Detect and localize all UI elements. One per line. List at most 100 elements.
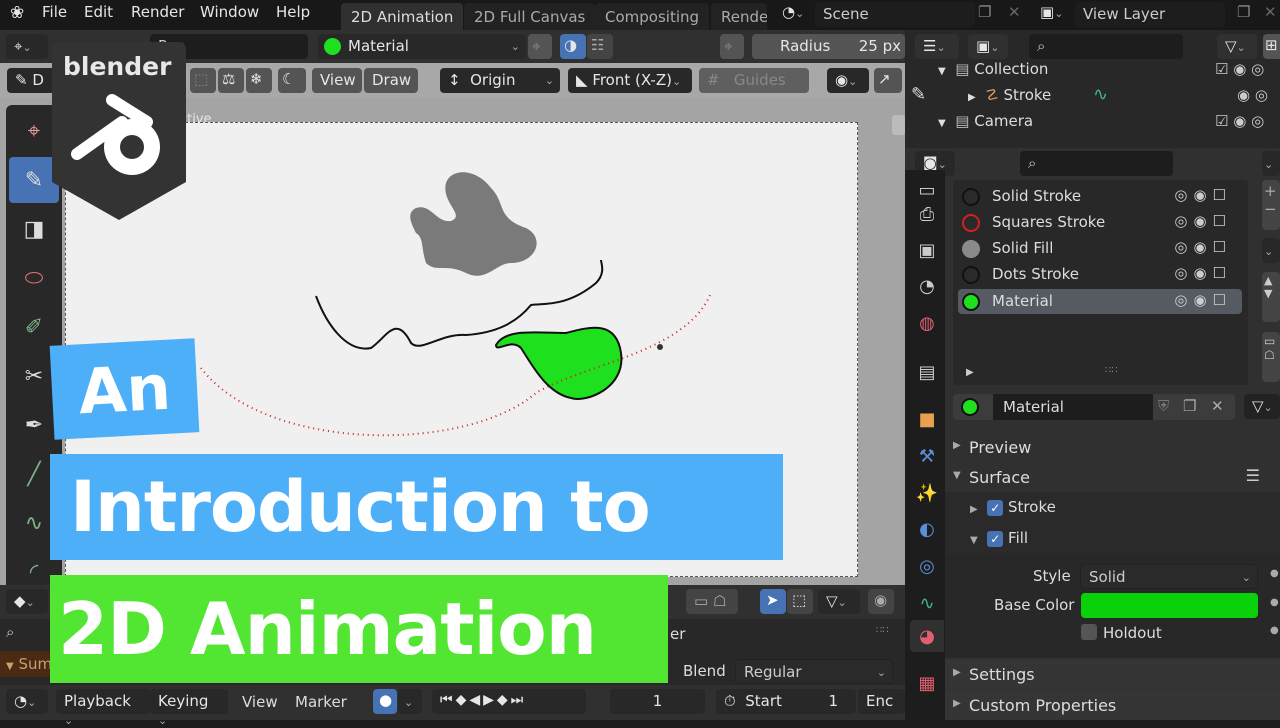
- stroke-subpanel[interactable]: ▶ ✓ Stroke: [970, 498, 1056, 516]
- add-slot-icon[interactable]: + −: [1262, 180, 1280, 230]
- output-tab-icon[interactable]: ▣: [910, 234, 944, 266]
- view-layer-icon[interactable]: ▣⌄: [1040, 3, 1063, 21]
- material-dropdown[interactable]: Material ⌄: [318, 34, 526, 59]
- object-tab-icon[interactable]: ■: [910, 403, 944, 435]
- view-layer-field[interactable]: View Layer: [1075, 2, 1225, 27]
- fill-subpanel[interactable]: ▼ ✓ Fill: [970, 529, 1028, 547]
- constraints-tab-icon[interactable]: ◎: [910, 550, 944, 582]
- view-menu[interactable]: View: [242, 693, 278, 711]
- base-color-swatch[interactable]: [1081, 593, 1258, 618]
- filter-icon[interactable]: ▽⌄: [818, 589, 860, 614]
- material-datablock[interactable]: Material ⛨ ❐ ✕: [953, 394, 1235, 420]
- material-name-field[interactable]: Material: [993, 394, 1153, 420]
- end-frame-field[interactable]: Enc: [858, 689, 905, 714]
- holdout-checkbox[interactable]: [1081, 624, 1097, 640]
- style-dropdown[interactable]: Solid ⌄: [1080, 564, 1258, 589]
- expand-list-icon[interactable]: ▶: [966, 367, 974, 378]
- view-menu[interactable]: View: [312, 68, 362, 93]
- outliner-row-camera[interactable]: ▼ ▤ Camera: [938, 112, 1033, 130]
- erase-tool-icon[interactable]: ⬭: [9, 255, 59, 301]
- physics-tab-icon[interactable]: ◐: [910, 513, 944, 545]
- pin-icon[interactable]: ⌖: [720, 34, 744, 59]
- slot-toggle-icons[interactable]: ◎◉☐: [1174, 264, 1232, 282]
- current-frame-field[interactable]: 1: [610, 689, 705, 714]
- onion-skin-icon[interactable]: ☾: [278, 68, 306, 93]
- new-view-layer-icon[interactable]: ❐: [1237, 3, 1250, 21]
- menu-help[interactable]: Help: [276, 3, 310, 21]
- menu-window[interactable]: Window: [200, 3, 259, 21]
- outliner-row-collection[interactable]: ▼ ▤ Collection: [938, 60, 1048, 78]
- playback-menu[interactable]: Playback ⌄: [56, 689, 150, 727]
- menu-edit[interactable]: Edit: [84, 3, 113, 21]
- collection-tab-icon[interactable]: ▤: [910, 356, 944, 388]
- material-slot[interactable]: Dots Stroke ◎◉☐: [958, 262, 1242, 287]
- vertex-color-icon[interactable]: ☷: [587, 34, 613, 59]
- panel-settings[interactable]: ▶ Settings: [945, 659, 1280, 689]
- new-collection-icon[interactable]: ⊞: [1263, 34, 1280, 59]
- select-tool-icon[interactable]: ➤: [760, 589, 786, 614]
- material-slot[interactable]: Solid Fill ◎◉☐: [958, 236, 1242, 261]
- blend-dropdown[interactable]: Regular ⌄: [735, 659, 893, 684]
- outliner-search[interactable]: ⌕: [1029, 34, 1183, 59]
- overlay-visibility-icon[interactable]: ◉⌄: [827, 68, 869, 93]
- view-layer-filter-icon[interactable]: ▣⌄: [968, 34, 1008, 59]
- timeline-editor-icon[interactable]: ◔⌄: [6, 689, 48, 714]
- material-slot-selected[interactable]: Material ◎◉☐: [958, 289, 1242, 314]
- keyframe-dot-icon[interactable]: ●: [1270, 625, 1279, 636]
- render-tab-icon[interactable]: ⎙: [910, 198, 944, 230]
- camera-visibility-icons[interactable]: ☑ ◉ ◎: [1215, 112, 1264, 130]
- move-slot-icons[interactable]: ▲ ▼: [1262, 272, 1280, 322]
- start-frame-field[interactable]: ⏱ Start 1: [716, 689, 856, 714]
- panel-drag-handle[interactable]: ∷∷: [876, 625, 889, 636]
- tab-rendering[interactable]: Rende: [711, 3, 767, 30]
- browse-node-icon[interactable]: ▽⌄: [1244, 394, 1280, 419]
- keying-menu[interactable]: Keying ⌄: [150, 689, 228, 727]
- viewport-sidebar-toggle[interactable]: [892, 115, 905, 135]
- delete-scene-icon[interactable]: ✕: [1008, 3, 1021, 21]
- fake-user-icon[interactable]: ⛨: [1158, 397, 1169, 415]
- collection-visibility-icons[interactable]: ☑ ◉ ◎: [1215, 60, 1264, 78]
- world-tab-icon[interactable]: ◍: [910, 307, 944, 339]
- scene-tab-icon[interactable]: ◔: [910, 270, 944, 302]
- multiframe-icon[interactable]: ⬚: [190, 68, 216, 93]
- box-select-icon[interactable]: ⬚: [787, 589, 813, 614]
- scene-icon[interactable]: ◔⌄: [782, 3, 804, 21]
- properties-search[interactable]: ⌕: [1020, 151, 1173, 176]
- delete-view-layer-icon[interactable]: ✕: [1264, 3, 1277, 21]
- material-tab-icon[interactable]: ◕: [910, 620, 944, 652]
- resize-handle-icon[interactable]: ∷∷: [1105, 365, 1118, 376]
- blender-menu-icon[interactable]: ❀: [10, 3, 24, 23]
- draw-menu[interactable]: Draw: [364, 68, 418, 93]
- duplicate-material-icon[interactable]: ❐: [1183, 397, 1196, 415]
- origin-dropdown[interactable]: ↕ Origin ⌄: [440, 68, 560, 93]
- material-slot[interactable]: Solid Stroke ◎◉☐: [958, 184, 1242, 209]
- scene-field[interactable]: Scene: [815, 2, 975, 27]
- eyedropper-tool-icon[interactable]: ✒: [9, 402, 59, 448]
- display-lock-icons[interactable]: ▭ ☖: [686, 589, 738, 614]
- modifier-tab-icon[interactable]: ⚒: [910, 440, 944, 472]
- channel-search-icon[interactable]: ⌕: [6, 623, 14, 641]
- keyframe-dot-icon[interactable]: ●: [1270, 568, 1279, 579]
- tint-tool-icon[interactable]: ✐: [9, 304, 59, 350]
- slot-toggle-icons[interactable]: ◎◉☐: [1174, 291, 1232, 309]
- tab-compositing[interactable]: Compositing: [595, 3, 710, 30]
- effects-tab-icon[interactable]: ✨: [910, 477, 944, 509]
- panel-surface[interactable]: ▼ Surface ☰: [945, 462, 1280, 492]
- material-shader-icon[interactable]: ◑: [560, 34, 586, 59]
- material-slot[interactable]: Squares Stroke ◎◉☐: [958, 210, 1242, 235]
- playback-controls[interactable]: ⏮◆◀▶◆⏭: [432, 689, 586, 714]
- radius-field[interactable]: Radius 25 px: [752, 34, 905, 59]
- auto-keying-options[interactable]: ⌄: [398, 689, 422, 714]
- weight-icon[interactable]: ⚖: [218, 68, 244, 93]
- slot-toggle-icons[interactable]: ◎◉☐: [1174, 212, 1232, 230]
- draw-mode-dropdown[interactable]: ✎ D: [7, 68, 55, 93]
- filter-icon[interactable]: ▽⌄: [1217, 34, 1257, 59]
- menu-render[interactable]: Render: [131, 3, 184, 21]
- object-data-tab-icon[interactable]: ∿: [910, 587, 944, 619]
- properties-options-icon[interactable]: ⌄: [1262, 151, 1280, 176]
- freeze-icon[interactable]: ❄: [246, 68, 272, 93]
- dopesheet-mode-icon[interactable]: ◆⌄: [6, 589, 48, 614]
- slot-lock-icons[interactable]: ▭ ☖: [1262, 332, 1280, 382]
- marker-menu[interactable]: Marker: [295, 693, 347, 711]
- proportional-edit-icon[interactable]: ◉: [868, 589, 894, 614]
